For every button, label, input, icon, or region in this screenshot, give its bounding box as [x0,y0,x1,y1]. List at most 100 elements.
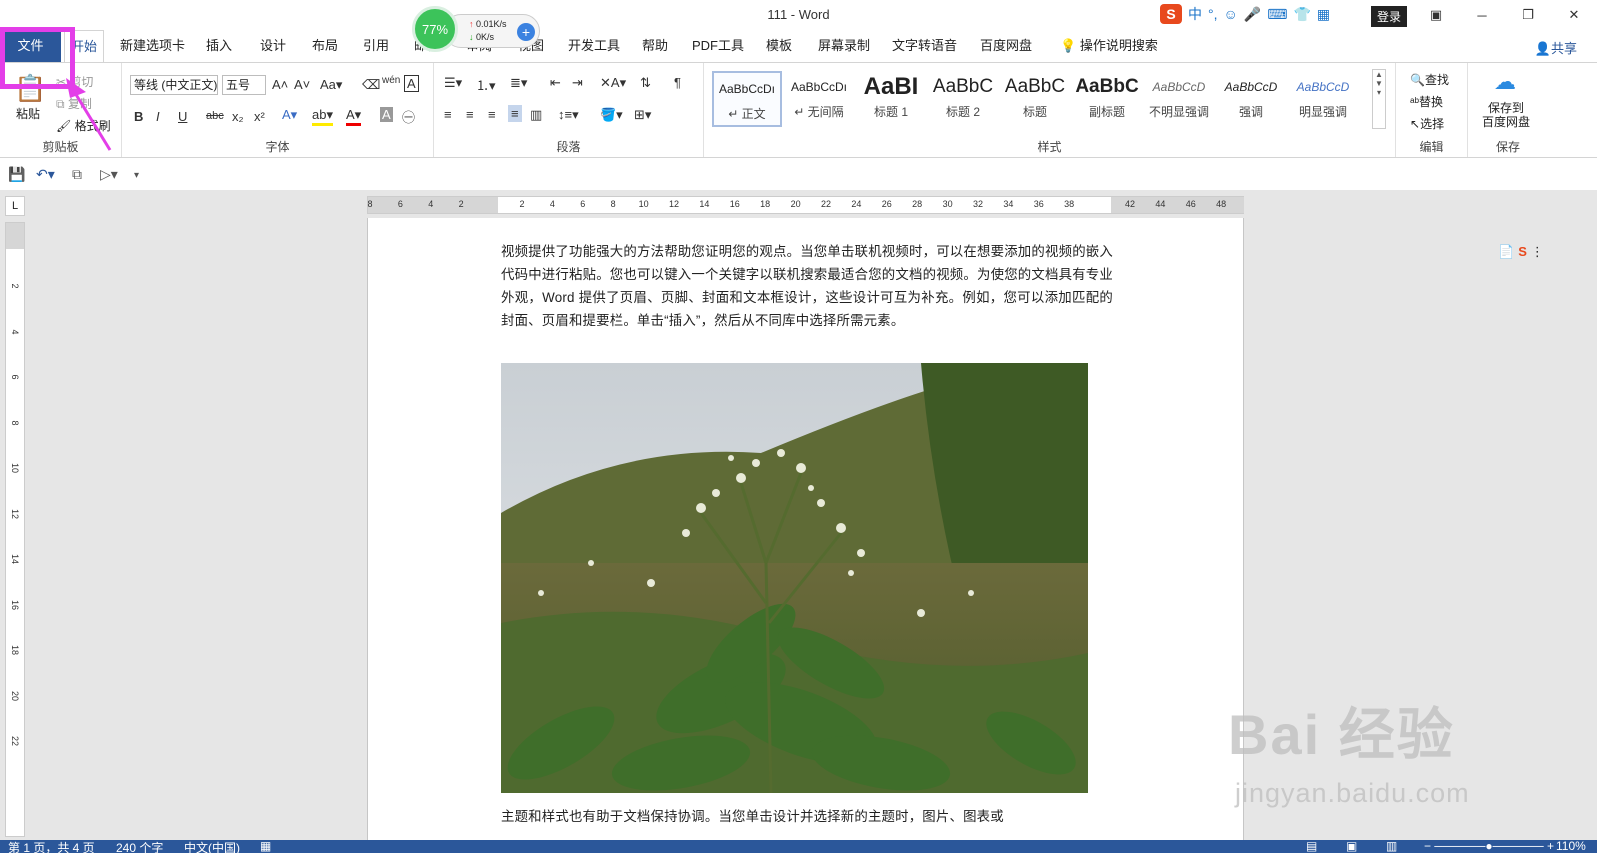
strikethrough-button[interactable]: abc [206,110,224,122]
style-intense-emphasis[interactable]: AaBbCcD 明显强调 [1288,71,1358,127]
style-emphasis[interactable]: AaBbCcD 强调 [1216,71,1286,127]
chinese-layout-icon[interactable]: ✕A▾ [600,75,626,91]
font-size-combo[interactable]: 五号 [222,75,266,95]
tab-insert[interactable]: 插入 [200,30,238,62]
increase-indent-icon[interactable]: ⇥ [572,75,583,91]
style-no-spacing[interactable]: AaBbCcDı ↵ 无间隔 [784,71,854,127]
touch-mode-icon[interactable]: ▷▾ [100,166,118,183]
superscript-button[interactable]: x² [254,109,265,124]
vertical-ruler[interactable]: 2 4 6 8 10 12 14 16 18 20 22 [5,222,25,837]
restore-icon[interactable]: ❐ [1505,0,1551,30]
decrease-indent-icon[interactable]: ⇤ [550,75,561,91]
font-name-combo[interactable]: 等线 (中文正文) [130,75,218,95]
tab-developer[interactable]: 开发工具 [562,30,626,62]
zoom-level[interactable]: 110% [1556,839,1586,853]
tab-search[interactable]: 💡 操作说明搜索 [1054,30,1164,62]
side-more-icon[interactable]: ⋮ [1531,244,1544,260]
clear-format-icon[interactable]: ⌫ [362,77,380,93]
minimize-icon[interactable]: ─ [1459,0,1505,30]
bullets-icon[interactable]: ☰▾ [444,75,462,91]
underline-button[interactable]: U [178,109,187,124]
enclose-char-icon[interactable]: ㊀ [402,107,415,126]
numbering-icon[interactable]: ⒈▾ [476,75,496,94]
select-button[interactable]: ↖选择 [1410,115,1444,132]
horizontal-ruler[interactable]: 8 6 4 2 2 4 6 8 10 12 14 16 18 20 22 24 26 28 30 32 34 36 38 42… [367,196,1244,214]
ime-voice-icon[interactable]: 🎤 [1244,6,1261,23]
ime-punct-icon[interactable]: °, [1208,6,1218,22]
tab-layout[interactable]: 布局 [306,30,344,62]
body-paragraph-2[interactable]: 主题和样式也有助于文档保持协调。当您单击设计并选择新的主题时，图片、图表或 [501,805,1113,828]
char-shading-icon[interactable]: A [380,107,393,122]
ime-toolbar[interactable]: S 中 °, ☺ 🎤 ⌨ 👕 ▦ [1160,4,1330,24]
italic-button[interactable]: I [156,109,160,124]
ribbon-display-icon[interactable]: ▣ [1413,0,1459,30]
shrink-font-icon[interactable]: A˅ [294,77,310,92]
network-monitor[interactable]: 77% ↑ 0.01K/s ↓ 0K/s + [412,6,540,52]
style-normal[interactable]: AaBbCcDı ↵ 正文 [712,71,782,127]
find-button[interactable]: 🔍查找 [1410,71,1449,88]
save-icon[interactable]: 💾 [8,166,25,183]
tab-tts[interactable]: 文字转语音 [886,30,963,62]
tab-pdf[interactable]: PDF工具 [686,30,750,62]
char-border-icon[interactable]: A [404,75,419,92]
tab-design[interactable]: 设计 [254,30,292,62]
ime-chinese-icon[interactable]: 中 [1188,4,1202,24]
replace-button[interactable]: ᵃᵇ替换 [1410,93,1443,110]
ime-emoji-icon[interactable]: ☺ [1224,6,1238,22]
tab-screen-record[interactable]: 屏幕录制 [812,30,876,62]
ime-tools-icon[interactable]: ▦ [1317,6,1330,23]
print-layout-icon[interactable]: ▣ [1346,839,1357,853]
zoom-slider[interactable]: − ──────●────── + [1424,839,1554,853]
change-case-icon[interactable]: Aa▾ [320,77,342,93]
show-marks-icon[interactable]: ¶ [674,75,681,90]
styles-scroll[interactable]: ▲ ▼ ▾ [1372,69,1386,129]
shading-icon[interactable]: 🪣▾ [600,107,623,123]
align-right-icon[interactable]: ≡ [488,107,496,122]
borders-icon[interactable]: ⊞▾ [634,107,651,123]
style-subtitle[interactable]: AaBbC 副标题 [1072,71,1142,127]
sogou-logo-icon[interactable]: S [1160,4,1182,24]
tab-template[interactable]: 模板 [760,30,798,62]
web-layout-icon[interactable]: ▥ [1386,839,1397,853]
body-paragraph-1[interactable]: 视频提供了功能强大的方法帮助您证明您的观点。当您单击联机视频时，可以在想要添加的… [501,240,1113,332]
align-left-icon[interactable]: ≡ [444,107,452,122]
macro-icon[interactable]: ▦ [260,839,271,853]
save-baidu-button[interactable]: 保存到 百度网盘 [1482,101,1530,129]
language[interactable]: 中文(中国) [184,839,240,853]
grow-font-icon[interactable]: A˄ [272,77,288,92]
baidu-cloud-icon[interactable]: ☁ [1494,69,1516,95]
document-page[interactable]: 视频提供了功能强大的方法帮助您证明您的观点。当您单击联机视频时，可以在想要添加的… [367,218,1244,840]
print-preview-icon[interactable]: ⧉ [72,166,82,183]
read-mode-icon[interactable]: ▤ [1306,839,1317,853]
page-count[interactable]: 第 1 页，共 4 页 [8,839,95,853]
style-heading1[interactable]: AaBI 标题 1 [856,71,926,127]
subscript-button[interactable]: x₂ [232,109,244,124]
pdf-icon[interactable]: 📄 [1498,244,1514,260]
ime-skin-icon[interactable]: 👕 [1293,6,1310,23]
word-count[interactable]: 240 个字 [116,839,163,853]
undo-icon[interactable]: ↶▾ [36,166,55,183]
side-toolbar[interactable]: 📄 S ⋮ [1498,244,1544,260]
distributed-icon[interactable]: ▥ [530,107,542,123]
multilevel-icon[interactable]: ≣▾ [510,75,527,91]
share-button[interactable]: 👤共享 [1535,38,1577,57]
plus-icon[interactable]: + [517,23,535,41]
style-title[interactable]: AaBbC 标题 [1000,71,1070,127]
sogou-side-icon[interactable]: S [1518,244,1527,260]
ime-keyboard-icon[interactable]: ⌨ [1267,6,1287,23]
document-image[interactable] [501,363,1088,793]
style-subtle-emphasis[interactable]: AaBbCcD 不明显强调 [1144,71,1214,127]
align-center-icon[interactable]: ≡ [466,107,474,122]
tab-references[interactable]: 引用 [357,30,395,62]
login-button[interactable]: 登录 [1371,6,1408,27]
phonetic-icon[interactable]: wén [382,75,400,86]
tab-baidu[interactable]: 百度网盘 [974,30,1038,62]
highlight-icon[interactable]: ab▾ [312,107,333,126]
close-icon[interactable]: ✕ [1551,0,1597,30]
justify-icon[interactable]: ≡ [508,105,522,122]
text-effects-icon[interactable]: A▾ [282,107,297,123]
style-heading2[interactable]: AaBbC 标题 2 [928,71,998,127]
sort-icon[interactable]: ⇅ [640,75,651,91]
tab-selector[interactable]: L [5,196,25,216]
font-color-icon[interactable]: A▾ [346,107,362,126]
